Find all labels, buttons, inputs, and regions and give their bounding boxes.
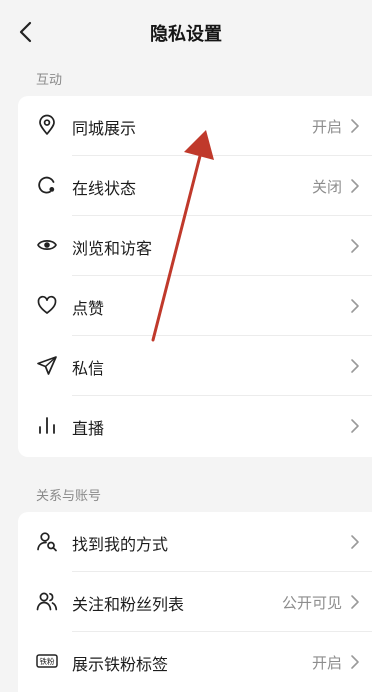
section-label-relations: 关系与账号 [36, 489, 102, 504]
relations-settings-card: 找到我的方式 关注和粉丝列表 公开可见 铁粉 展示铁粉标签 开启 [18, 512, 372, 692]
chevron-right-icon [351, 299, 359, 313]
setting-label: 展示铁粉标签 [72, 655, 169, 674]
paper-plane-icon [37, 356, 57, 375]
setting-row-views-visitors[interactable]: 浏览和访客 [18, 216, 372, 276]
fan-badge-icon: 铁粉 [36, 654, 58, 668]
setting-value: 开启 [311, 118, 342, 136]
location-pin-icon [39, 114, 55, 135]
privacy-settings-screen: 隐私设置 互动 同城展示 开启 在线状态 关闭 浏览和访客 点赞 私信 直播 关… [0, 0, 372, 692]
section-label-interaction: 互动 [36, 73, 63, 88]
setting-row-iron-fan-badge[interactable]: 铁粉 展示铁粉标签 开启 [18, 632, 372, 692]
person-search-icon [37, 532, 57, 552]
interaction-settings-card: 同城展示 开启 在线状态 关闭 浏览和访客 点赞 私信 直播 [18, 96, 372, 457]
setting-value: 公开可见 [281, 594, 342, 612]
online-status-icon [38, 176, 55, 194]
setting-value: 关闭 [311, 178, 342, 196]
setting-label: 浏览和访客 [72, 239, 153, 258]
chevron-right-icon [351, 119, 359, 133]
top-bar: 隐私设置 [0, 0, 372, 66]
chevron-right-icon [351, 419, 359, 433]
setting-label: 在线状态 [72, 179, 137, 198]
bars-icon [39, 417, 55, 434]
setting-row-follow-fans-list[interactable]: 关注和粉丝列表 公开可见 [18, 572, 372, 632]
eye-icon [37, 240, 57, 250]
page-title: 隐私设置 [150, 24, 222, 45]
setting-row-live[interactable]: 直播 [18, 396, 372, 456]
chevron-right-icon [351, 359, 359, 373]
setting-label: 直播 [72, 419, 105, 438]
chevron-right-icon [351, 239, 359, 253]
chevron-right-icon [351, 655, 359, 669]
people-icon [36, 592, 58, 611]
setting-row-likes[interactable]: 点赞 [18, 276, 372, 336]
setting-row-city-display[interactable]: 同城展示 开启 [18, 96, 372, 156]
setting-row-find-me[interactable]: 找到我的方式 [18, 512, 372, 572]
chevron-right-icon [351, 535, 359, 549]
heart-icon [37, 295, 57, 314]
chevron-right-icon [351, 179, 359, 193]
chevron-right-icon [351, 595, 359, 609]
setting-label: 点赞 [72, 299, 105, 318]
setting-value: 开启 [311, 654, 342, 672]
setting-label: 同城展示 [72, 119, 137, 138]
setting-label: 私信 [72, 359, 105, 378]
setting-row-private-message[interactable]: 私信 [18, 336, 372, 396]
setting-label: 关注和粉丝列表 [72, 595, 185, 614]
setting-label: 找到我的方式 [72, 535, 169, 554]
setting-row-online-status[interactable]: 在线状态 关闭 [18, 156, 372, 216]
fan-badge-text: 铁粉 [40, 656, 55, 666]
